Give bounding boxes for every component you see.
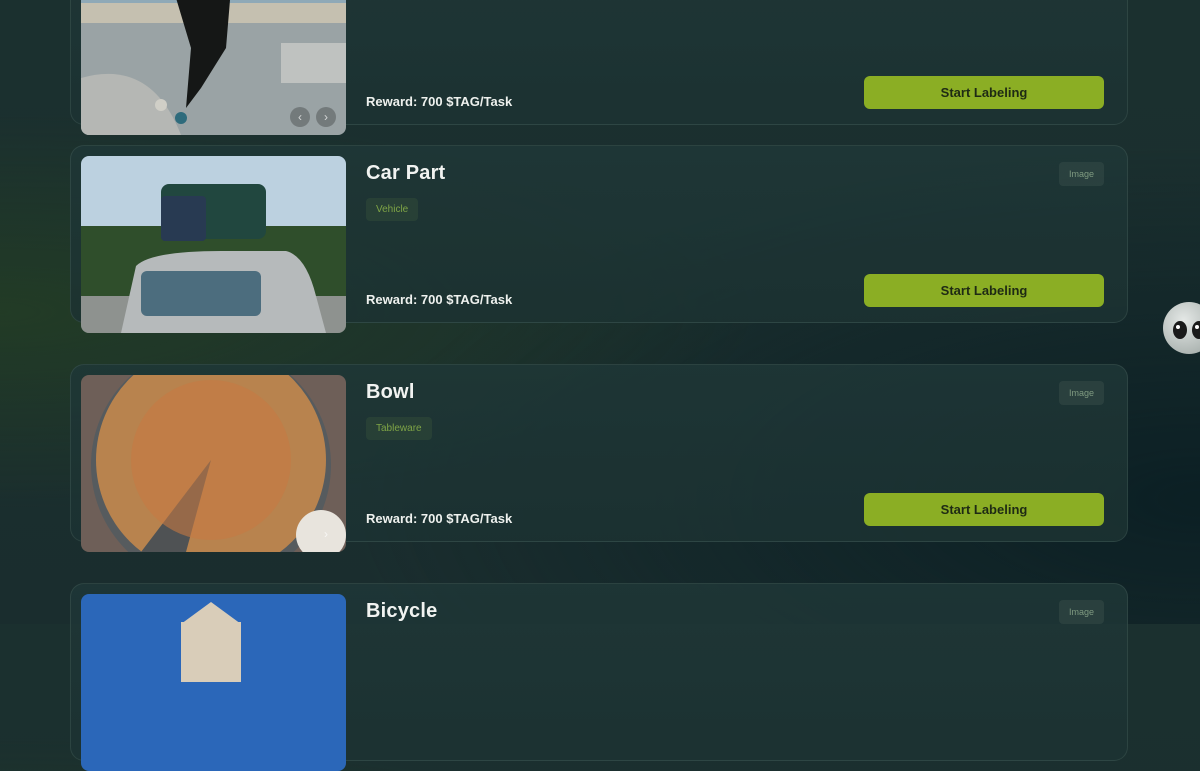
start-labeling-button[interactable]: Start Labeling: [864, 493, 1104, 526]
start-labeling-button[interactable]: Start Labeling: [864, 76, 1104, 109]
task-type-badge: Image: [1058, 600, 1104, 624]
task-card: Car Part Vehicle Image Reward: 700 $TAG/…: [70, 145, 1128, 333]
task-thumbnail[interactable]: [81, 156, 346, 333]
task-type-badge: Image: [1058, 381, 1104, 405]
carousel-prev-button[interactable]: ‹: [290, 107, 310, 127]
reward-label: Reward: 700 $TAG/Task: [366, 94, 513, 109]
alien-mascot-icon[interactable]: [1163, 302, 1200, 354]
task-thumbnail[interactable]: ›: [81, 375, 346, 552]
task-card: › Bowl Tableware Image Reward: 700 $TAG/…: [70, 364, 1128, 552]
reward-label: Reward: 700 $TAG/Task: [366, 511, 513, 526]
category-tag: Tableware: [366, 417, 432, 440]
task-title: Bicycle: [366, 600, 438, 622]
start-labeling-button[interactable]: Start Labeling: [864, 274, 1104, 307]
task-card: ‹ › Reward: 700 $TAG/Task Start Labeling: [70, 0, 1128, 135]
carousel-next-button[interactable]: ›: [316, 107, 336, 127]
task-card: Bicycle Image: [70, 583, 1128, 771]
carousel-next-button[interactable]: ›: [316, 524, 336, 544]
task-type-badge: Image: [1058, 162, 1104, 186]
task-title: Car Part: [366, 162, 446, 184]
task-thumbnail[interactable]: [81, 594, 346, 771]
task-title: Bowl: [366, 381, 415, 403]
task-thumbnail[interactable]: ‹ ›: [81, 0, 346, 135]
category-tag: Vehicle: [366, 198, 419, 221]
reward-label: Reward: 700 $TAG/Task: [366, 292, 513, 307]
